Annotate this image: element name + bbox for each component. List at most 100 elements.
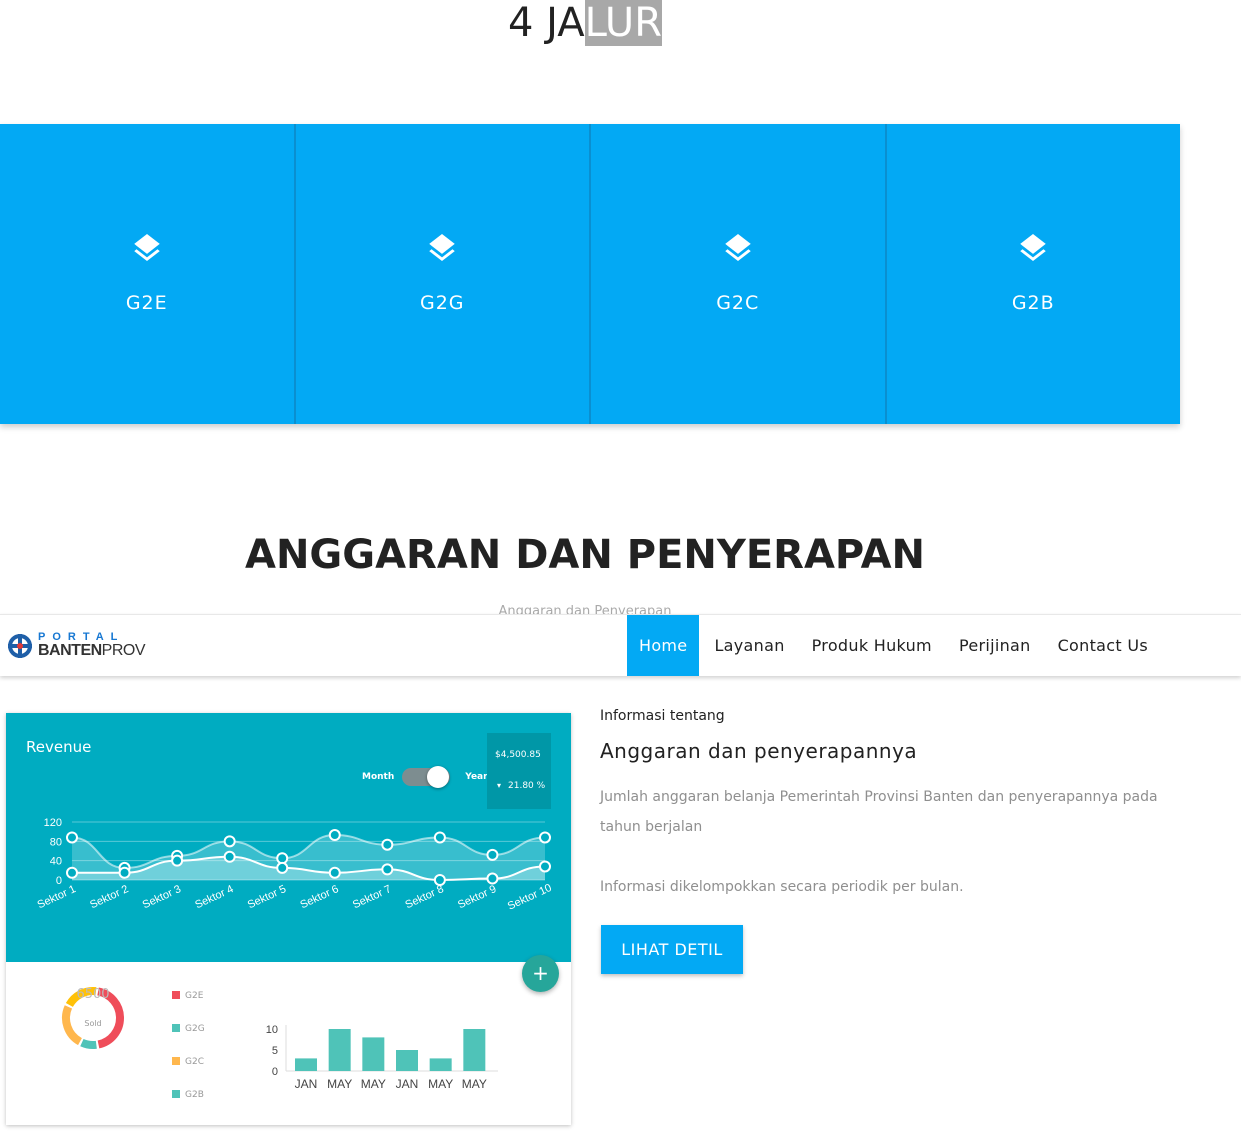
nav-item-home[interactable]: Home — [627, 615, 700, 676]
data-point — [118, 866, 131, 879]
month-year-switch[interactable] — [402, 766, 451, 788]
x-tick-label: JAN — [396, 1077, 419, 1091]
x-tick-label: Sektor 2 — [88, 883, 130, 911]
y-tick-label: 0 — [56, 875, 62, 887]
x-tick-label: Sektor 10 — [506, 882, 554, 913]
x-tick-label: MAY — [428, 1077, 453, 1091]
jalur-title-highlight: LUR — [584, 0, 662, 46]
bar — [429, 1058, 452, 1071]
stat-amount: $4,500.85 — [495, 750, 541, 760]
lihat-detil-button[interactable]: LIHAT DETIL — [601, 925, 743, 974]
legend-swatch — [172, 1057, 180, 1065]
bar — [396, 1050, 418, 1071]
bar — [295, 1058, 317, 1071]
monthly-bar-chart: 10 5 0 JAN MAY MAY JAN MAY MAY — [266, 1024, 498, 1091]
data-point — [381, 863, 394, 876]
jalur-title: 4 JALUR — [0, 0, 1170, 46]
tile-g2c[interactable]: G2C — [591, 124, 885, 424]
nav-item-contact-us[interactable]: Contact Us — [1046, 615, 1160, 676]
tile-label: G2C — [716, 292, 760, 314]
x-tick-label: Sektor 4 — [193, 883, 235, 911]
y-tick-label: 80 — [50, 836, 62, 848]
tile-g2e[interactable]: G2E — [0, 124, 294, 424]
layers-icon — [429, 234, 455, 262]
data-point — [381, 838, 394, 851]
x-tick-label: Sektor 1 — [36, 883, 78, 911]
toggle-year-label: Year — [465, 772, 488, 782]
logo-bold-text: BANTEN — [38, 642, 102, 659]
tile-label: G2G — [419, 292, 465, 314]
info-section: Informasi tentang Anggaran dan penyerapa… — [600, 706, 1160, 902]
legend-swatch — [172, 1024, 180, 1032]
revenue-title: Revenue — [26, 738, 92, 756]
navbar: PORTAL BANTENPROV Home Layanan Produk Hu… — [0, 614, 1241, 676]
legend-item-g2e: G2E — [172, 991, 205, 1024]
data-point — [223, 850, 236, 863]
donut-value: 6500 — [76, 987, 110, 1002]
tile-g2g[interactable]: G2G — [295, 124, 589, 424]
anggaran-title: ANGGARAN DAN PENYERAPAN — [244, 532, 926, 578]
info-paragraph-2: Informasi dikelompokkan secara periodik … — [600, 879, 964, 895]
jalur-title-text: 4 JA — [508, 0, 585, 46]
data-point — [328, 829, 341, 842]
legend-label: G2B — [185, 1090, 204, 1100]
bar — [463, 1029, 486, 1071]
portal-logo[interactable]: PORTAL BANTENPROV — [7, 632, 146, 659]
info-paragraph-1: Jumlah anggaran belanja Pemerintah Provi… — [600, 789, 1158, 835]
x-tick-label: Sektor 9 — [456, 883, 498, 911]
tile-g2b[interactable]: G2B — [886, 124, 1180, 424]
nav-item-layanan[interactable]: Layanan — [702, 615, 796, 676]
layers-icon — [725, 234, 751, 262]
period-toggle: Month Year — [362, 766, 488, 788]
x-tick-label: Sektor 6 — [298, 883, 340, 911]
data-point — [66, 866, 78, 879]
data-point — [66, 831, 78, 844]
donut-slice — [80, 1038, 97, 1049]
data-point — [276, 852, 289, 865]
stat-percent: 21.80 % — [508, 781, 546, 791]
revenue-line-chart: 120 80 40 0Sektor 1 Sektor 2 Sektor 3 Sektor 4… — [36, 817, 554, 913]
legend-label: G2C — [185, 1057, 204, 1067]
y-tick-label: 40 — [50, 856, 62, 868]
x-tick-label: Sektor 7 — [351, 883, 393, 911]
chart-legend: G2E G2G G2C G2B — [172, 991, 205, 1123]
dashboard-card: Revenue Month Year $4,500.85 ▾ 21.80 % 12… — [6, 713, 571, 1125]
y-tick-label: 5 — [272, 1045, 278, 1057]
nav-item-perijinan[interactable]: Perijinan — [947, 615, 1043, 676]
toggle-month-label: Month — [362, 772, 395, 782]
legend-swatch — [172, 991, 180, 999]
y-tick-label: 0 — [272, 1066, 278, 1078]
y-tick-label: 10 — [266, 1024, 278, 1036]
data-point — [486, 872, 499, 885]
data-point — [433, 831, 446, 844]
bar — [362, 1037, 385, 1071]
x-tick-label: Sektor 5 — [246, 883, 288, 911]
legend-item-g2c: G2C — [172, 1057, 205, 1090]
layers-icon — [134, 234, 160, 262]
x-tick-label: Sektor 8 — [404, 883, 446, 911]
x-tick-label: MAY — [462, 1077, 487, 1091]
legend-item-g2b: G2B — [172, 1090, 205, 1123]
legend-swatch — [172, 1090, 180, 1098]
logo-thin-text: PROV — [101, 642, 146, 659]
bar — [328, 1029, 351, 1071]
jalur-tiles: G2E G2G G2C G2B — [0, 124, 1180, 424]
x-tick-label: MAY — [327, 1077, 352, 1091]
nav-item-produk-hukum[interactable]: Produk Hukum — [800, 615, 944, 676]
trend-arrow-icon: ▾ — [497, 781, 502, 790]
data-point — [171, 854, 184, 867]
add-button[interactable]: + — [522, 955, 559, 992]
y-tick-label: 120 — [44, 817, 62, 829]
revenue-panel: Revenue Month Year $4,500.85 ▾ 21.80 % 12… — [6, 713, 571, 962]
revenue-stat-box: $4,500.85 ▾ 21.80 % — [487, 733, 551, 809]
info-title: Anggaran dan penyerapannya — [600, 739, 918, 763]
data-point — [328, 866, 341, 879]
tile-label: G2E — [125, 292, 168, 314]
data-point — [539, 831, 551, 844]
legend-label: G2G — [185, 1024, 205, 1034]
data-point — [539, 860, 551, 873]
switch-knob — [427, 766, 450, 788]
data-point — [276, 861, 289, 874]
x-tick-label: JAN — [295, 1077, 318, 1091]
tile-label: G2B — [1011, 292, 1055, 314]
